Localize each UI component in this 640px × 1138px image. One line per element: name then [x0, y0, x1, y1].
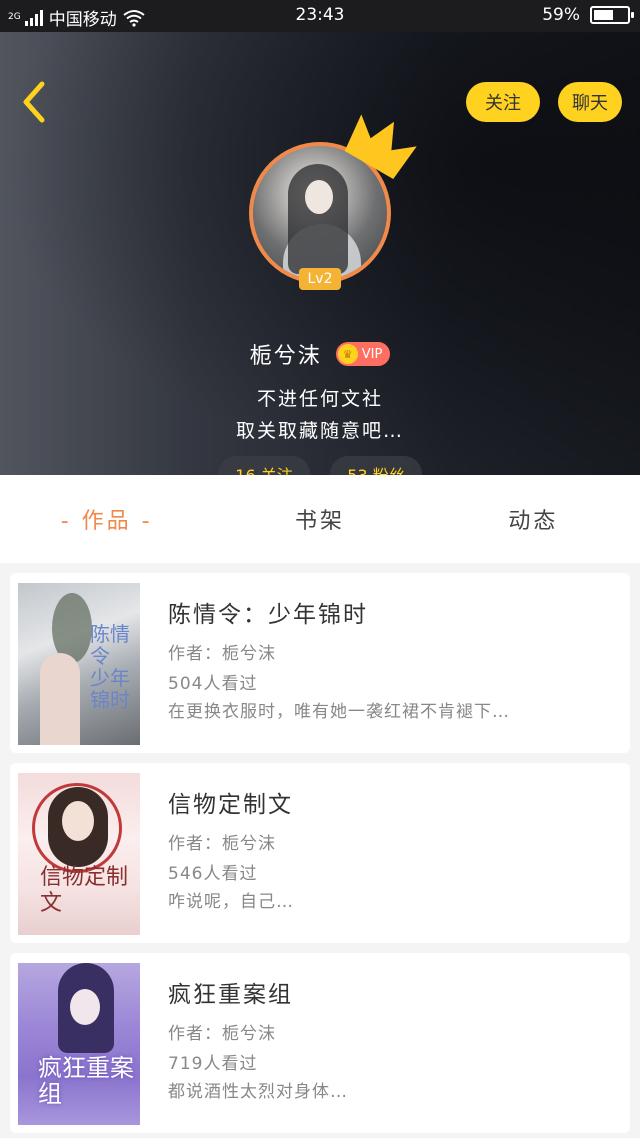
work-title: 陈情令：少年锦时: [168, 602, 368, 628]
work-card[interactable]: 陈情令 少年锦时 陈情令：少年锦时 作者：栀兮沫 504人看过 在更换衣服时，唯…: [10, 573, 630, 753]
vip-label: VIP: [361, 346, 383, 362]
follow-button[interactable]: 关注: [466, 82, 540, 122]
work-author: 作者：栀兮沫: [168, 834, 276, 854]
status-bar: 2G 中国移动 23:43 59%: [0, 0, 640, 32]
cover-title: 陈情令 少年锦时: [90, 622, 130, 712]
book-cover: 疯狂重案组: [18, 963, 140, 1125]
work-excerpt: 都说酒性太烈对身体…: [168, 1082, 348, 1102]
work-title: 信物定制文: [168, 792, 293, 818]
battery-percent: 59%: [542, 5, 580, 25]
vip-crown-icon: ♛: [337, 344, 358, 364]
book-cover: 信物定制文: [18, 773, 140, 935]
username: 栀兮沫: [249, 344, 322, 369]
bio-line-2: 取关取藏随意吧…: [235, 420, 404, 442]
work-author: 作者：栀兮沫: [168, 644, 276, 664]
book-cover: 陈情令 少年锦时: [18, 583, 140, 745]
tab-activity[interactable]: 动态: [427, 475, 640, 563]
work-excerpt: 咋说呢，自己…: [168, 892, 294, 912]
name-row: 栀兮沫 ♛ VIP: [0, 338, 640, 370]
avatar-container[interactable]: Lv2: [249, 114, 417, 290]
battery-icon: [590, 6, 634, 24]
work-views: 504人看过: [168, 674, 258, 694]
chat-button[interactable]: 聊天: [558, 82, 622, 122]
bio-line-1: 不进任何文社: [256, 388, 383, 410]
work-excerpt: 在更换衣服时，唯有她一袭红裙不肯褪下…: [168, 702, 510, 722]
level-badge: Lv2: [299, 268, 341, 290]
cover-title: 信物定制文: [40, 865, 129, 916]
profile-tabs: - 作品 - 书架 动态: [0, 475, 640, 563]
work-views: 546人看过: [168, 864, 258, 884]
back-chevron-icon[interactable]: [18, 80, 54, 124]
work-title: 疯狂重案组: [168, 982, 293, 1008]
cover-title: 疯狂重案组: [38, 1054, 134, 1108]
vip-badge: ♛ VIP: [335, 342, 391, 366]
work-card[interactable]: 疯狂重案组 疯狂重案组 作者：栀兮沫 719人看过 都说酒性太烈对身体…: [10, 953, 630, 1133]
battery-fill: [594, 10, 613, 20]
work-author: 作者：栀兮沫: [168, 1024, 276, 1044]
work-card[interactable]: 信物定制文 信物定制文 作者：栀兮沫 546人看过 咋说呢，自己…: [10, 763, 630, 943]
tab-bookshelf[interactable]: 书架: [213, 475, 426, 563]
profile-header: 关注 聊天 Lv2 栀兮沫 ♛ VIP 不进任何文社 取关取藏随意吧… 16 关…: [0, 32, 640, 492]
works-list: 陈情令 少年锦时 陈情令：少年锦时 作者：栀兮沫 504人看过 在更换衣服时，唯…: [0, 563, 640, 1138]
tab-works[interactable]: - 作品 -: [0, 475, 213, 563]
work-views: 719人看过: [168, 1054, 258, 1074]
status-right: 59%: [542, 5, 634, 25]
